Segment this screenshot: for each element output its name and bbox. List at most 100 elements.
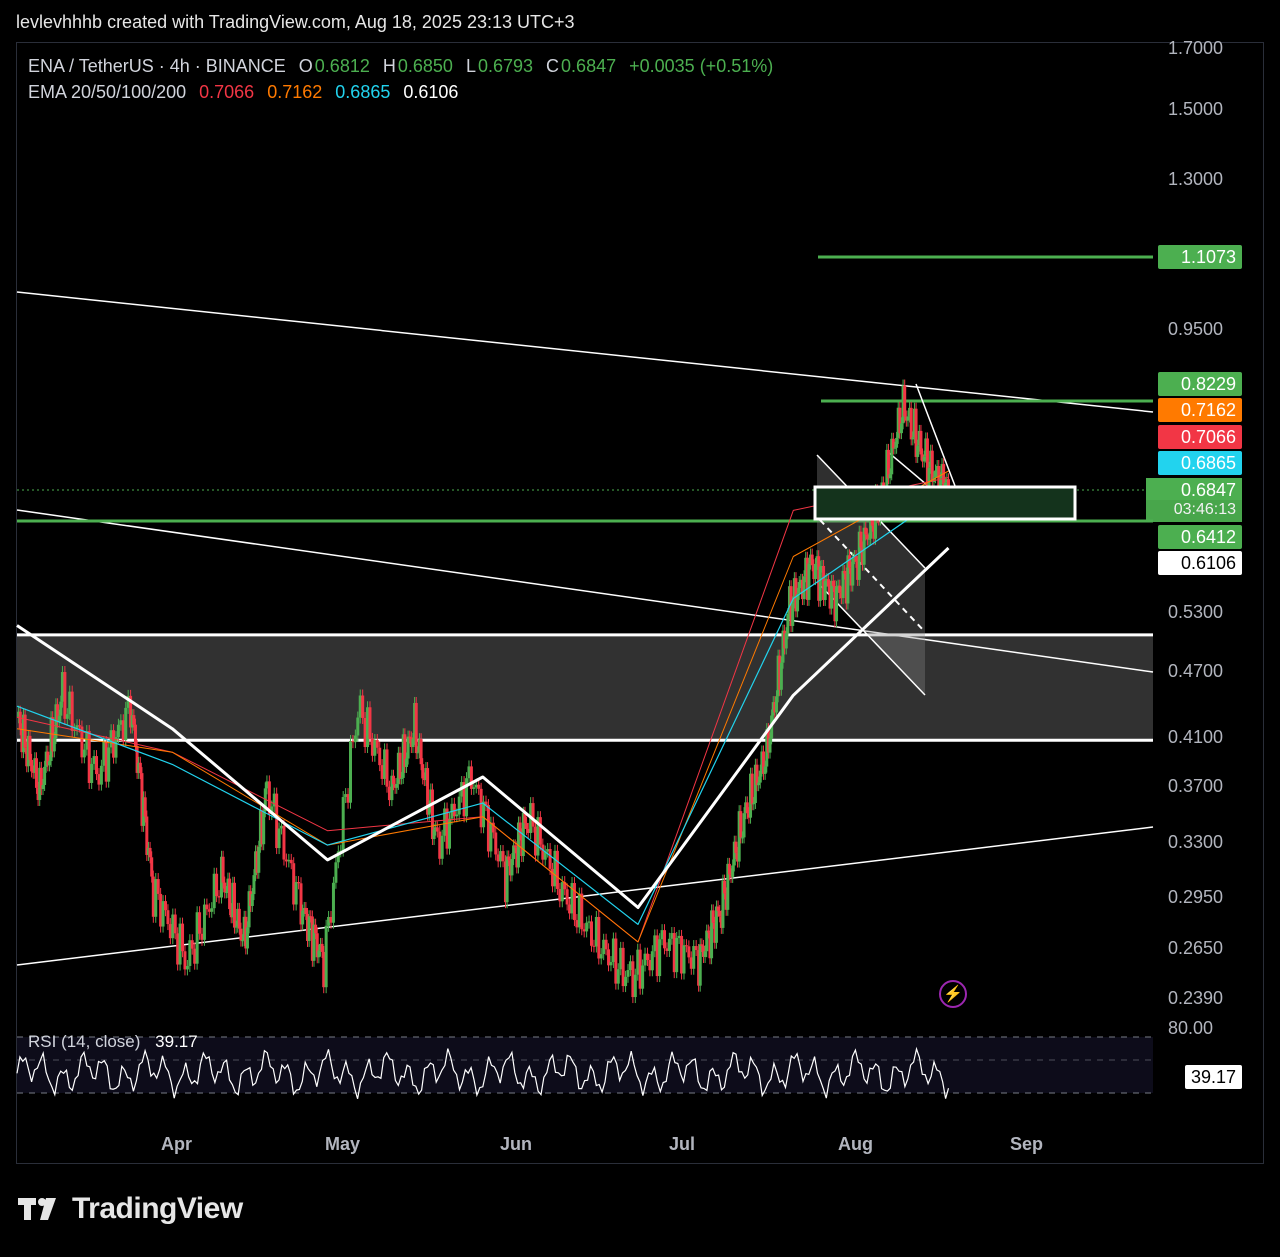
price-axis-label: 0.2950 <box>1168 887 1224 907</box>
candle-body <box>865 534 869 540</box>
price-axis-label: 1.5000 <box>1168 99 1224 119</box>
candle-body <box>257 846 261 873</box>
candle-body <box>895 437 899 448</box>
price-badge: 0.6412 <box>1158 525 1242 549</box>
candle-body <box>791 602 795 626</box>
candle-body <box>555 850 559 889</box>
legend-c-label: C <box>546 56 560 76</box>
candle-body <box>210 908 214 912</box>
candle-body <box>404 758 408 767</box>
candle-body <box>18 711 22 730</box>
price-axis-label: 0.3700 <box>1168 776 1224 796</box>
legend-ema50: 0.7162 <box>267 82 323 102</box>
candle-body <box>30 759 34 772</box>
ascending-trendline <box>16 826 1154 966</box>
rsi-legend: RSI (14, close) 39.17 <box>28 1032 200 1052</box>
candle-body <box>841 570 845 599</box>
candle-body <box>395 783 399 788</box>
candle-body <box>854 556 858 562</box>
candle-body <box>727 863 731 875</box>
candle-body <box>232 882 236 928</box>
candle-body <box>512 845 516 860</box>
candle-body <box>784 633 788 649</box>
candle-body <box>645 953 649 961</box>
legend-l-value: 0.6793 <box>477 56 534 76</box>
candle-body <box>705 930 709 952</box>
candle-body <box>301 910 305 925</box>
candle-body <box>823 580 827 600</box>
candle-body <box>95 756 99 775</box>
candle-body <box>304 907 308 914</box>
candle-body <box>148 847 152 858</box>
chart-svg[interactable] <box>0 0 1280 1257</box>
candle-body <box>166 910 170 925</box>
candle-body <box>501 851 505 862</box>
month-label: Apr <box>161 1134 192 1154</box>
candle-body <box>599 954 603 959</box>
candle-body <box>262 811 266 845</box>
price-badge: 0.6847 <box>1146 478 1242 500</box>
candle-body <box>282 825 286 860</box>
candle-body <box>513 845 517 848</box>
candle-body <box>624 976 628 987</box>
candle-body <box>307 916 311 941</box>
tradingview-logo[interactable]: TradingView <box>18 1192 243 1226</box>
candle-body <box>133 724 137 746</box>
candle-body <box>57 715 61 722</box>
candle-body <box>548 849 552 869</box>
candle-body <box>711 910 715 923</box>
candle-body <box>585 922 589 932</box>
candle-body <box>241 940 245 942</box>
legend-ema-label: EMA 20/50/100/200 <box>28 82 187 102</box>
price-badge: 0.7066 <box>1158 425 1242 449</box>
candle-body <box>740 837 744 839</box>
candle-body <box>90 763 94 783</box>
candle-body <box>185 965 189 970</box>
candle-body <box>314 924 318 934</box>
price-axis-label: 0.2390 <box>1168 988 1224 1008</box>
price-axis-label: 1.3000 <box>1168 169 1224 189</box>
candle-body <box>41 784 45 790</box>
candle-body <box>916 445 920 457</box>
candle-body <box>903 385 907 417</box>
price-badge: 0.7162 <box>1158 398 1242 422</box>
candle-body <box>742 813 746 838</box>
candle-body <box>297 882 301 884</box>
candle-body <box>245 927 249 949</box>
price-badge: 03:46:13 <box>1146 500 1242 522</box>
candle-body <box>239 928 243 941</box>
candle-body <box>124 707 128 741</box>
candle-body <box>477 784 481 789</box>
descending-trendline-upper <box>16 291 1154 413</box>
candle-body <box>457 796 461 815</box>
candle-body <box>34 758 38 788</box>
rsi-value: 39.17 <box>155 1032 198 1051</box>
candle-body <box>927 467 931 486</box>
legend-o-label: O <box>298 56 313 76</box>
rsi-axis-label: 80.00 <box>1168 1018 1214 1038</box>
rsi-label: RSI (14, close) <box>28 1032 141 1051</box>
price-badge: 1.1073 <box>1158 245 1242 269</box>
candle-body <box>47 761 51 766</box>
month-label: Jul <box>669 1134 696 1154</box>
lightning-icon[interactable]: ⚡ <box>939 980 967 1008</box>
candle-body <box>716 906 720 911</box>
brand-name: TradingView <box>72 1192 243 1225</box>
candle-body <box>510 859 514 876</box>
candle-body <box>682 945 686 974</box>
legend-o-value: 0.6812 <box>314 56 370 76</box>
candle-body <box>421 764 425 779</box>
candle-body <box>334 862 338 883</box>
candle-body <box>893 447 897 449</box>
candle-body <box>469 766 473 789</box>
candle-body <box>774 696 778 713</box>
candle-body <box>234 926 238 928</box>
legend-ema: EMA 20/50/100/200 0.7066 0.7162 0.6865 0… <box>28 82 460 103</box>
candle-body <box>698 944 702 986</box>
range-zone-0 <box>17 634 1153 741</box>
candle-body <box>835 586 839 622</box>
candle-body <box>899 423 903 434</box>
candle-body <box>435 827 439 832</box>
legend-ohlc: ENA / TetherUS · 4h · BINANCE O 0.6812 H0… <box>28 56 775 77</box>
legend-ema100: 0.6865 <box>335 82 391 102</box>
